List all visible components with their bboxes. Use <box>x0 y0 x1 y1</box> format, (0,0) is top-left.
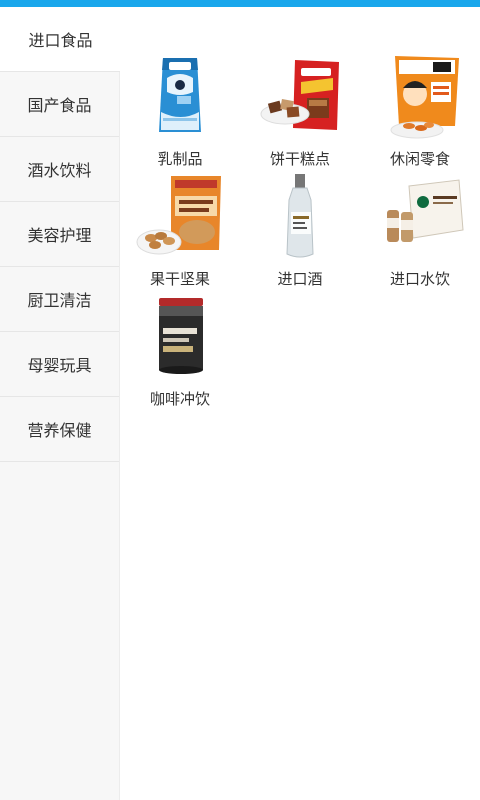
sidebar-item-label: 美容护理 <box>27 226 92 245</box>
sidebar-item-beauty[interactable]: 美容护理 <box>0 202 119 267</box>
subcategory-biscuits[interactable]: 饼干糕点 <box>240 52 360 172</box>
sidebar-item-label: 母婴玩具 <box>27 356 92 375</box>
subcategory-label: 休闲零食 <box>389 150 450 168</box>
subcategory-dried-fruit-nuts[interactable]: 果干坚果 <box>120 172 240 292</box>
sidebar-item-imported-food[interactable]: 进口食品 <box>0 7 121 72</box>
subcategory-label: 果干坚果 <box>149 270 210 288</box>
subcategory-imported-liquor[interactable]: 进口酒 <box>240 172 360 292</box>
subcategory-snacks[interactable]: 休闲零食 <box>360 52 480 172</box>
subcategory-coffee[interactable]: 咖啡冲饮 <box>120 292 240 412</box>
cashew-nuts-icon <box>136 176 221 255</box>
sidebar-item-label: 进口食品 <box>28 31 93 50</box>
coffee-drink-box-icon <box>387 179 464 242</box>
category-sidebar: 进口食品 国产食品 酒水饮料 美容护理 厨卫清洁 母婴玩具 营养保健 <box>0 7 121 800</box>
vodka-bottle-icon <box>286 174 314 258</box>
subcategory-label: 饼干糕点 <box>269 150 330 168</box>
sidebar-item-label: 酒水饮料 <box>27 161 92 180</box>
sidebar-item-cleaning[interactable]: 厨卫清洁 <box>0 267 119 332</box>
subcategory-label: 咖啡冲饮 <box>149 390 210 408</box>
subcategory-dairy[interactable]: 乳制品 <box>120 52 240 172</box>
sidebar-item-domestic-food[interactable]: 国产食品 <box>0 72 119 137</box>
milk-powder-bag-icon <box>159 58 201 132</box>
subcategory-panel: 乳制品 饼干糕点 休闲零食 果干坚果 进口酒 进口水饮 咖啡冲饮 <box>120 7 480 800</box>
subcategory-label: 进口水饮 <box>389 270 450 288</box>
status-bar <box>0 0 480 7</box>
wafer-biscuit-bag-icon <box>260 60 339 130</box>
sidebar-item-health[interactable]: 营养保健 <box>0 397 119 462</box>
sidebar-item-baby-toys[interactable]: 母婴玩具 <box>0 332 119 397</box>
snack-bag-icon <box>390 56 459 139</box>
coffee-can-icon <box>159 298 203 374</box>
subcategory-label: 进口酒 <box>277 270 323 288</box>
sidebar-item-label: 国产食品 <box>27 96 92 115</box>
sidebar-item-label: 营养保健 <box>27 421 92 440</box>
subcategory-label: 乳制品 <box>157 150 203 168</box>
subcategory-imported-beverages[interactable]: 进口水饮 <box>360 172 480 292</box>
sidebar-item-drinks[interactable]: 酒水饮料 <box>0 137 119 202</box>
sidebar-item-label: 厨卫清洁 <box>27 291 92 310</box>
